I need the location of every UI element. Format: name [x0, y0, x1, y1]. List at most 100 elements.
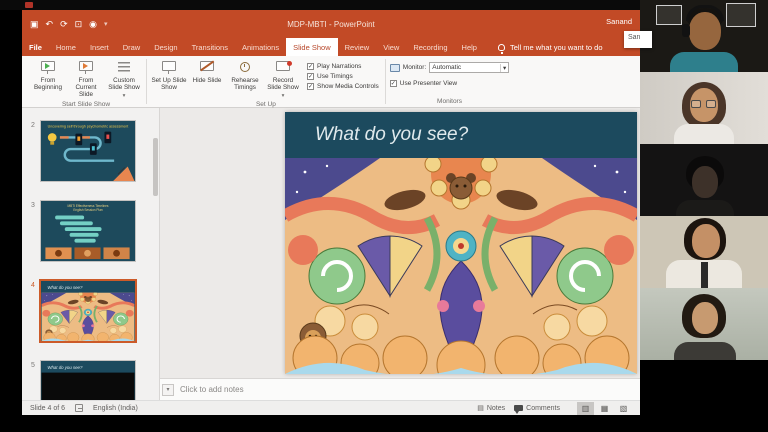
- slide-3-preview[interactable]: MBTI Effectiveness Timelines English Ses…: [40, 200, 136, 262]
- headset-earcup: [682, 24, 690, 37]
- tab-file[interactable]: File: [22, 38, 49, 56]
- slide-sorter-view-button[interactable]: ▦: [596, 402, 613, 415]
- participant-shirt: [674, 124, 734, 144]
- window-title: MDP-MBTI - PowerPoint: [22, 20, 640, 29]
- notes-toggle-button[interactable]: ▤ Notes: [477, 404, 505, 412]
- qat-customize-icon[interactable]: ▾: [104, 21, 108, 28]
- thumbnail-slide-4-selected[interactable]: 4 What do you see?: [26, 280, 159, 342]
- save-icon[interactable]: ▣: [30, 20, 39, 29]
- lightbulb-icon: [498, 44, 505, 51]
- svg-text:What do you see?: What do you see?: [47, 285, 83, 290]
- tab-recording[interactable]: Recording: [406, 38, 454, 56]
- tab-animations[interactable]: Animations: [235, 38, 286, 56]
- notes-placeholder[interactable]: Click to add notes: [180, 385, 244, 394]
- slide-psychedelic-illustration[interactable]: [285, 158, 637, 374]
- participant-face: [692, 224, 720, 258]
- participant-video-4[interactable]: [640, 216, 768, 288]
- slide-number: 2: [26, 120, 40, 182]
- share-icon[interactable]: ◉: [89, 20, 97, 29]
- slide-editing-area: What do you see?: [160, 108, 640, 378]
- hide-slide-button[interactable]: Hide Slide: [189, 59, 225, 84]
- tab-review[interactable]: Review: [338, 38, 377, 56]
- comments-toggle-button[interactable]: Comments: [514, 405, 560, 412]
- svg-text:Uncovering self through psycho: Uncovering self through psychometric ass…: [48, 124, 129, 128]
- glasses-icon: [691, 100, 701, 108]
- notes-icon: ▤: [477, 404, 484, 412]
- participant-video-2[interactable]: [640, 72, 768, 144]
- tell-me-box[interactable]: Tell me what you want to do: [498, 38, 603, 56]
- tab-draw[interactable]: Draw: [116, 38, 148, 56]
- tab-view[interactable]: View: [376, 38, 406, 56]
- slide-indicator: Slide 4 of 6: [30, 405, 65, 412]
- hide-slide-icon: [199, 60, 216, 75]
- redo-icon[interactable]: ⟳: [60, 20, 68, 29]
- slide-number: 3: [26, 200, 40, 262]
- use-timings-checkbox[interactable]: ✓ Use Timings: [307, 73, 379, 80]
- checkbox-checked-icon: ✓: [390, 80, 397, 87]
- from-current-slide-button[interactable]: From Current Slide: [68, 59, 104, 99]
- glasses-icon: [706, 100, 716, 108]
- tab-transitions[interactable]: Transitions: [185, 38, 235, 56]
- participant-video-5[interactable]: [640, 288, 768, 360]
- participant-shirt: [670, 52, 738, 72]
- slide-2-preview[interactable]: Uncovering self through psychometric ass…: [40, 120, 136, 182]
- chevron-down-icon: ▾: [500, 64, 506, 72]
- slide-4-preview[interactable]: What do you see?: [39, 279, 137, 343]
- headset-icon: [686, 5, 724, 21]
- tab-slide-show[interactable]: Slide Show: [286, 38, 338, 56]
- participant-face: [692, 302, 718, 334]
- rehearse-timings-icon: [237, 60, 254, 75]
- account-name[interactable]: Sanand: [606, 17, 632, 26]
- svg-text:What do you see?: What do you see?: [47, 365, 83, 370]
- setup-checkboxes: ✓ Play Narrations ✓ Use Timings ✓ Show M…: [303, 59, 381, 90]
- slide-number: 4: [26, 280, 40, 342]
- slide-number: 5: [26, 360, 40, 400]
- low-light-overlay: [640, 144, 768, 216]
- show-media-controls-checkbox[interactable]: ✓ Show Media Controls: [307, 83, 379, 90]
- current-slide[interactable]: What do you see?: [285, 112, 637, 374]
- top-black-strip: [0, 0, 640, 10]
- notes-pane[interactable]: ▾ Click to add notes: [160, 378, 640, 400]
- participant-shirt: [674, 342, 736, 360]
- slide-5-preview[interactable]: What do you see?: [40, 360, 136, 400]
- notes-collapse-icon[interactable]: ▾: [162, 384, 174, 396]
- tab-help[interactable]: Help: [455, 38, 484, 56]
- participant-tie: [701, 262, 708, 288]
- slide-title-bar: What do you see?: [285, 112, 637, 158]
- from-beginning-button[interactable]: From Beginning: [30, 59, 66, 91]
- custom-slide-show-icon: [116, 60, 133, 75]
- thumbnail-scrollbar[interactable]: [153, 138, 158, 196]
- play-narrations-checkbox[interactable]: ✓ Play Narrations: [307, 63, 379, 70]
- accessibility-checker-icon[interactable]: [75, 404, 83, 412]
- participant-video-3[interactable]: [640, 144, 768, 216]
- rehearse-timings-button[interactable]: Rehearse Timings: [227, 59, 263, 91]
- slide-show-view-button[interactable]: ▧: [615, 402, 632, 415]
- group-start-slide-show: From Beginning From Current Slide Custom…: [26, 56, 146, 107]
- start-presentation-icon[interactable]: ⊡: [75, 20, 83, 29]
- record-slide-show-button[interactable]: Record Slide Show ▾: [265, 59, 301, 99]
- tab-design[interactable]: Design: [147, 38, 184, 56]
- normal-view-button[interactable]: ▥: [577, 402, 594, 415]
- set-up-slide-show-button[interactable]: Set Up Slide Show: [151, 59, 187, 91]
- from-beginning-icon: [40, 60, 57, 75]
- language-indicator[interactable]: English (India): [93, 405, 138, 412]
- tab-home[interactable]: Home: [49, 38, 83, 56]
- monitor-dropdown[interactable]: Automatic ▾: [429, 62, 509, 73]
- comments-icon: [514, 405, 523, 411]
- ribbon-tab-row: File Home Insert Draw Design Transitions…: [22, 38, 640, 56]
- participant-video-1[interactable]: [640, 0, 768, 72]
- monitor-icon: [390, 64, 400, 72]
- tab-insert[interactable]: Insert: [83, 38, 116, 56]
- use-presenter-view-checkbox[interactable]: ✓ Use Presenter View: [390, 80, 457, 87]
- thumbnail-slide-3[interactable]: 3 MBTI Effectiveness Timelines English S…: [26, 200, 159, 262]
- slide-title[interactable]: What do you see?: [315, 124, 468, 146]
- undo-icon[interactable]: ↶: [46, 20, 54, 29]
- quick-access-toolbar: ▣ ↶ ⟳ ⊡ ◉ ▾: [22, 20, 108, 29]
- meeting-video-sidebar: [640, 0, 768, 432]
- screen: ▣ ↶ ⟳ ⊡ ◉ ▾ MDP-MBTI - PowerPoint Sanand…: [0, 0, 768, 432]
- group-monitors: Monitor: Automatic ▾ ✓ Use Presenter Vie…: [386, 56, 513, 107]
- custom-slide-show-button[interactable]: Custom Slide Show ▾: [106, 59, 142, 99]
- thumbnail-slide-2[interactable]: 2 Uncovering self through psychometric a…: [26, 120, 159, 182]
- checkbox-checked-icon: ✓: [307, 63, 314, 70]
- thumbnail-slide-5[interactable]: 5 What do you see?: [26, 360, 159, 400]
